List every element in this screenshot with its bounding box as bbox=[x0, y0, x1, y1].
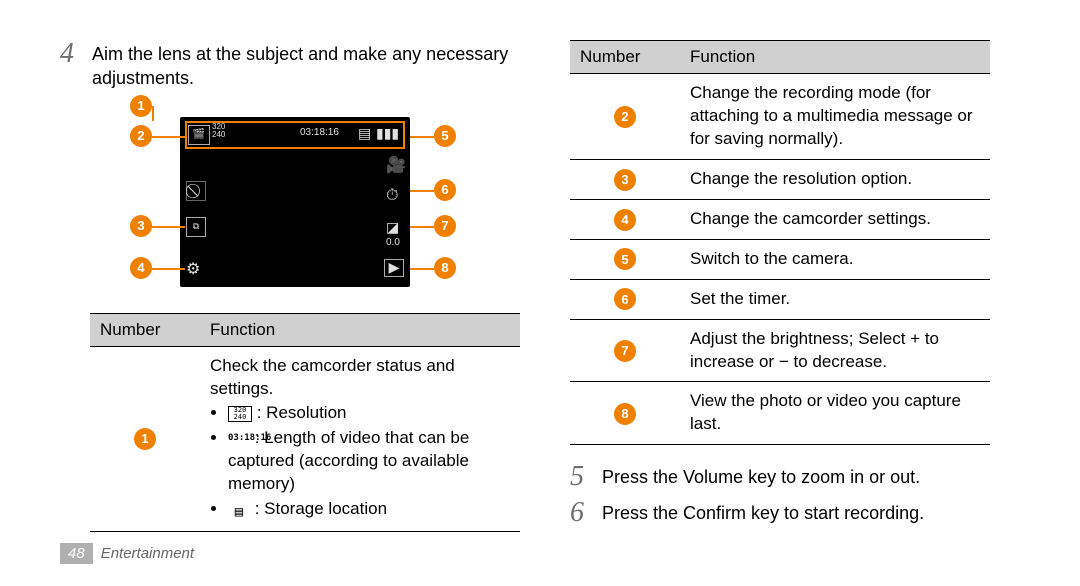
last-capture-icon: ▶ bbox=[384, 259, 404, 277]
timer-icon: ⏱ bbox=[386, 187, 398, 205]
table-row: 6 Set the timer. bbox=[570, 279, 990, 319]
func-cell: Set the timer. bbox=[680, 279, 990, 319]
table-row: 8 View the photo or video you capture las… bbox=[570, 382, 990, 445]
list-item: 03:18:16 : Length of video that can be c… bbox=[228, 427, 510, 496]
leader-line bbox=[152, 136, 185, 138]
camcorder-screenshot-diagram: 🎬 320 240 03:18:16 ▤ ▮▮▮ 🎥 ⏱ ◪ 0.0 ▶ ⃠ ⧉… bbox=[90, 99, 520, 299]
table-row: 4 Change the camcorder settings. bbox=[570, 199, 990, 239]
page-footer: 48 Entertainment bbox=[60, 543, 194, 564]
func-cell: Switch to the camera. bbox=[680, 239, 990, 279]
mode-icon: 🎬 bbox=[188, 125, 210, 145]
page-number: 48 bbox=[60, 543, 93, 564]
bullet-text: : Storage location bbox=[250, 499, 387, 518]
callout-marker-5: 5 bbox=[434, 125, 456, 147]
leader-line bbox=[410, 136, 434, 138]
row-marker-8: 8 bbox=[614, 403, 636, 425]
storage-inline-icon: ▤ bbox=[228, 503, 250, 517]
table-header-row: Number Function bbox=[570, 41, 990, 74]
step-number: 6 bbox=[570, 499, 592, 527]
row-marker-2: 2 bbox=[614, 106, 636, 128]
row1-intro: Check the camcorder status and settings. bbox=[210, 356, 455, 398]
leader-line bbox=[152, 268, 185, 270]
leader-line bbox=[152, 106, 154, 121]
table-header-row: Number Function bbox=[90, 313, 520, 346]
callout-marker-4: 4 bbox=[130, 257, 152, 279]
func-cell: Change the camcorder settings. bbox=[680, 199, 990, 239]
function-table-left: Number Function 1 Check the camcorder st… bbox=[90, 313, 520, 533]
battery-icon: ▮▮▮ bbox=[376, 125, 399, 142]
header-function: Function bbox=[200, 313, 520, 346]
row-marker-5: 5 bbox=[614, 248, 636, 270]
table-row: 1 Check the camcorder status and setting… bbox=[90, 346, 520, 532]
step-text: Press the Volume key to zoom in or out. bbox=[602, 463, 920, 491]
table-row: 2 Change the recording mode (for attachin… bbox=[570, 74, 990, 160]
list-item: 320 240 : Resolution bbox=[228, 402, 510, 425]
leader-line bbox=[152, 226, 185, 228]
callout-marker-3: 3 bbox=[130, 215, 152, 237]
step-text: Aim the lens at the subject and make any… bbox=[92, 40, 520, 91]
header-number: Number bbox=[570, 41, 680, 74]
func-cell: Change the resolution option. bbox=[680, 159, 990, 199]
func-cell: Change the recording mode (for attaching… bbox=[680, 74, 990, 160]
callout-marker-7: 7 bbox=[434, 215, 456, 237]
header-function: Function bbox=[680, 41, 990, 74]
ev-value: 0.0 bbox=[386, 237, 400, 248]
settings-gear-icon: ⚙ bbox=[186, 259, 200, 279]
brightness-icon: ◪ bbox=[386, 219, 399, 236]
bullet-text: : Length of video that can be captured (… bbox=[228, 428, 469, 493]
leader-line bbox=[410, 268, 434, 270]
table-row: 7 Adjust the brightness; Select + to incr… bbox=[570, 319, 990, 382]
storage-icon: ▤ bbox=[358, 125, 371, 142]
row-marker-3: 3 bbox=[614, 169, 636, 191]
function-table-right: Number Function 2 Change the recording mo… bbox=[570, 40, 990, 445]
camera-switch-icon: 🎥 bbox=[386, 155, 406, 175]
step-number: 4 bbox=[60, 40, 82, 91]
list-item: ▤ : Storage location bbox=[228, 498, 510, 521]
callout-marker-1: 1 bbox=[130, 95, 152, 117]
step-number: 5 bbox=[570, 463, 592, 491]
table-row: 5 Switch to the camera. bbox=[570, 239, 990, 279]
table-row: 3 Change the resolution option. bbox=[570, 159, 990, 199]
time-inline-icon: 03:18:16 bbox=[228, 432, 250, 446]
step-text: Press the Confirm key to start recording… bbox=[602, 499, 924, 527]
step-6: 6 Press the Confirm key to start recordi… bbox=[570, 499, 1020, 527]
step-5: 5 Press the Volume key to zoom in or out… bbox=[570, 463, 1020, 491]
bullet-text: : Resolution bbox=[252, 403, 347, 422]
row-marker-6: 6 bbox=[614, 288, 636, 310]
section-title: Entertainment bbox=[101, 545, 194, 562]
callout-marker-8: 8 bbox=[434, 257, 456, 279]
row-marker-4: 4 bbox=[614, 209, 636, 231]
time-remaining-label: 03:18:16 bbox=[300, 127, 339, 138]
callout-marker-6: 6 bbox=[434, 179, 456, 201]
row-marker-1: 1 bbox=[134, 428, 156, 450]
callout-marker-2: 2 bbox=[130, 125, 152, 147]
resolution-inline-icon: 320 240 bbox=[228, 406, 252, 422]
leader-line bbox=[410, 226, 434, 228]
res-setting-icon: ⧉ bbox=[186, 217, 206, 237]
resolution-label: 320 240 bbox=[212, 123, 225, 139]
header-number: Number bbox=[90, 313, 200, 346]
func-cell: View the photo or video you capture last… bbox=[680, 382, 990, 445]
blocked-icon: ⃠ bbox=[186, 181, 206, 201]
leader-line bbox=[410, 190, 434, 192]
func-cell: Adjust the brightness; Select + to incre… bbox=[680, 319, 990, 382]
row-marker-7: 7 bbox=[614, 340, 636, 362]
step-4: 4 Aim the lens at the subject and make a… bbox=[60, 40, 520, 91]
row-function-cell: Check the camcorder status and settings.… bbox=[200, 346, 520, 532]
